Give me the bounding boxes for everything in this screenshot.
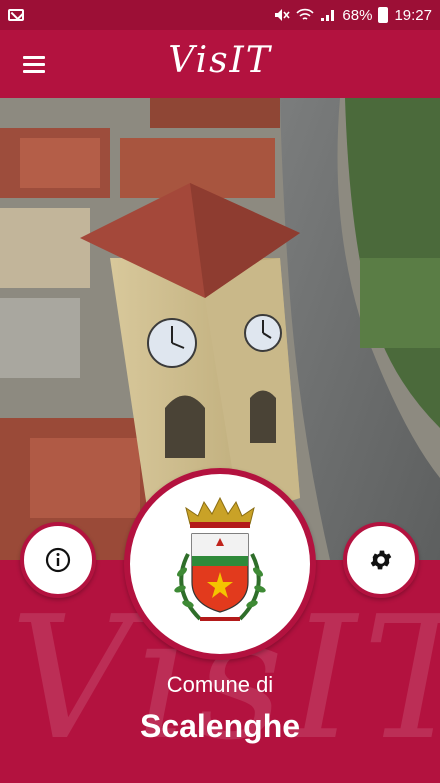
info-icon [45,547,71,573]
app-logo: VisIT [168,40,272,81]
clock: 19:27 [394,6,432,24]
mail-notification-icon [8,9,24,21]
battery-icon [378,7,389,23]
app-screen: 68% 19:27 VisIT VisIT Comune di Scalengh… [0,0,440,783]
comune-subtitle: Comune di [166,672,274,697]
coat-of-arms [124,468,316,660]
municipal-coat-of-arms-icon [174,496,266,621]
hamburger-menu-icon-line [23,69,45,73]
app-bar: VisIT [0,30,440,98]
hamburger-menu-icon [23,55,45,59]
town-title: Scalenghe [139,708,301,744]
status-bar: 68% 19:27 [0,0,440,30]
mute-icon [275,9,291,21]
wifi-icon [296,8,315,20]
battery-percent: 68% [342,6,373,24]
hamburger-menu-icon-line [23,62,45,66]
status-left [8,9,24,21]
info-button[interactable] [20,522,96,598]
gear-icon [370,550,392,570]
settings-button[interactable] [343,522,419,598]
menu-button[interactable] [8,38,60,90]
status-right: 68% 19:27 [274,7,432,24]
signal-icon [321,10,335,21]
